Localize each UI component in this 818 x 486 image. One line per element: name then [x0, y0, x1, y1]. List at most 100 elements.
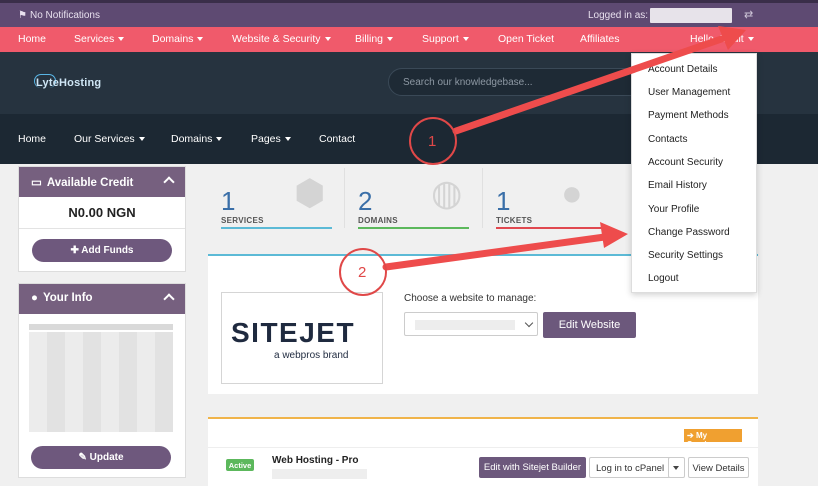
nav-our-services[interactable]: Our Services	[74, 133, 145, 145]
menu-item-your-profile[interactable]: Your Profile	[648, 204, 699, 215]
annotation-step-1: 1	[428, 133, 437, 150]
available-credit-header[interactable]: ▭ Available Credit	[19, 167, 185, 197]
logged-in-label: Logged in as:	[588, 10, 649, 21]
rednav-billing[interactable]: Billing	[355, 33, 394, 45]
chevron-up-icon[interactable]	[163, 293, 175, 305]
switch-account-icon[interactable]: ⇄	[744, 8, 753, 21]
chevron-down-icon	[324, 37, 331, 42]
add-funds-label: Add Funds	[81, 245, 134, 256]
menu-item-payment-methods[interactable]: Payment Methods	[648, 110, 729, 121]
chevron-up-icon[interactable]	[163, 176, 175, 188]
comments-icon: ●	[561, 172, 583, 213]
chevron-down-icon	[216, 137, 223, 142]
top-status-bar: ⚑ No Notifications Logged in as: ⇄	[0, 0, 818, 27]
chevron-down-icon	[138, 137, 145, 142]
nav-pages[interactable]: Pages	[251, 133, 291, 145]
user-icon: ●	[31, 292, 38, 304]
rednav-home[interactable]: Home	[18, 33, 46, 45]
available-credit-panel: ▭ Available Credit N0.00 NGN ✚ Add Funds	[18, 166, 186, 272]
menu-item-contacts[interactable]: Contacts	[648, 134, 687, 145]
arrow-right-icon: ➔	[687, 431, 696, 440]
rednav-open-ticket[interactable]: Open Ticket	[498, 33, 554, 45]
chevron-down-icon	[673, 466, 679, 470]
nav-home[interactable]: Home	[18, 133, 46, 145]
logo[interactable]: LyteHosting	[34, 74, 104, 92]
update-button[interactable]: ✎ Update	[31, 446, 171, 469]
menu-item-security-settings[interactable]: Security Settings	[648, 250, 723, 261]
chevron-down-icon	[387, 37, 394, 42]
plus-icon: ✚	[70, 245, 82, 256]
pencil-icon: ✎	[78, 452, 90, 463]
stat-value: 2	[358, 186, 373, 216]
website-select[interactable]	[404, 312, 538, 336]
update-label: Update	[89, 452, 124, 463]
chevron-down-icon	[747, 37, 754, 42]
chevron-down-icon	[462, 37, 469, 42]
rednav-account-menu[interactable]: Hello, Ebdit	[690, 33, 754, 45]
sitejet-logo-subtext: a webpros brand	[274, 350, 349, 361]
username-redacted	[650, 8, 732, 23]
services-panel: ➔ My Services Active Web Hosting - Pro E…	[208, 417, 758, 486]
login-cpanel-button[interactable]: Log in to cPanel	[589, 457, 674, 478]
stat-value: 1	[496, 186, 511, 216]
your-info-header[interactable]: ● Your Info	[19, 284, 185, 314]
flag-icon: ⚑	[18, 10, 27, 21]
account-dropdown-menu: Account Details User Management Payment …	[631, 53, 757, 293]
sitejet-logo: SITEJET a webpros brand	[221, 292, 383, 384]
rednav-website-security[interactable]: Website & Security	[232, 33, 331, 45]
rednav-affiliates[interactable]: Affiliates	[580, 33, 620, 45]
service-domain-redacted	[272, 469, 367, 479]
notifications-label: No Notifications	[29, 10, 100, 21]
status-badge: Active	[226, 459, 254, 471]
stat-label: DOMAINS	[358, 216, 398, 225]
sitejet-logo-text: SITEJET	[231, 317, 356, 348]
menu-item-user-management[interactable]: User Management	[648, 87, 730, 98]
cpanel-options-dropdown[interactable]	[668, 457, 685, 478]
stat-underline	[221, 227, 332, 229]
stat-domains[interactable]: ◍ 2 DOMAINS	[345, 164, 483, 230]
stat-underline	[496, 227, 607, 229]
info-redacted	[29, 324, 173, 330]
rednav-domains[interactable]: Domains	[152, 33, 204, 45]
menu-item-account-security[interactable]: Account Security	[648, 157, 723, 168]
stat-tickets[interactable]: ● 1 TICKETS	[483, 164, 621, 230]
rednav-services[interactable]: Services	[74, 33, 125, 45]
credit-card-icon: ▭	[31, 177, 42, 189]
stat-underline	[358, 227, 469, 229]
menu-item-change-password[interactable]: Change Password	[648, 227, 730, 238]
menu-item-email-history[interactable]: Email History	[648, 180, 707, 191]
chevron-down-icon	[197, 37, 204, 42]
client-nav-bar: Home Services Domains Website & Security…	[0, 27, 818, 52]
stat-services[interactable]: ⬢ 1 SERVICES	[208, 164, 346, 230]
chevron-down-icon	[524, 318, 534, 328]
divider	[208, 447, 758, 448]
chevron-down-icon	[284, 137, 291, 142]
add-funds-button[interactable]: ✚ Add Funds	[32, 239, 172, 262]
your-info-panel: ● Your Info ✎ Update	[18, 283, 186, 478]
knowledgebase-search-input[interactable]: Search our knowledgebase...	[388, 68, 648, 96]
edit-with-sitejet-button[interactable]: Edit with Sitejet Builder	[479, 457, 586, 478]
panel-title: Your Info	[42, 292, 93, 304]
menu-item-logout[interactable]: Logout	[648, 273, 679, 284]
choose-website-label: Choose a website to manage:	[404, 293, 537, 304]
rednav-support[interactable]: Support	[422, 33, 469, 45]
globe-icon: ◍	[431, 172, 463, 213]
website-select-value-redacted	[415, 320, 515, 330]
nav-contact[interactable]: Contact	[319, 133, 355, 145]
logo-text: LyteHosting	[36, 77, 102, 89]
service-name[interactable]: Web Hosting - Pro	[272, 455, 358, 466]
menu-item-account-details[interactable]: Account Details	[648, 64, 717, 75]
panel-title: Available Credit	[46, 177, 134, 189]
edit-website-button[interactable]: Edit Website	[543, 312, 636, 338]
my-services-button[interactable]: ➔ My Services	[684, 429, 742, 449]
stat-value: 1	[221, 186, 236, 216]
notifications-link[interactable]: ⚑ No Notifications	[18, 10, 100, 21]
chevron-down-icon	[118, 37, 125, 42]
credit-balance: N0.00 NGN	[19, 197, 185, 229]
nav-domains[interactable]: Domains	[171, 133, 223, 145]
cube-icon: ⬢	[294, 172, 326, 213]
view-details-button[interactable]: View Details	[688, 457, 749, 478]
info-redacted	[29, 332, 173, 432]
annotation-step-2: 2	[358, 264, 367, 281]
stat-label: TICKETS	[496, 216, 533, 225]
